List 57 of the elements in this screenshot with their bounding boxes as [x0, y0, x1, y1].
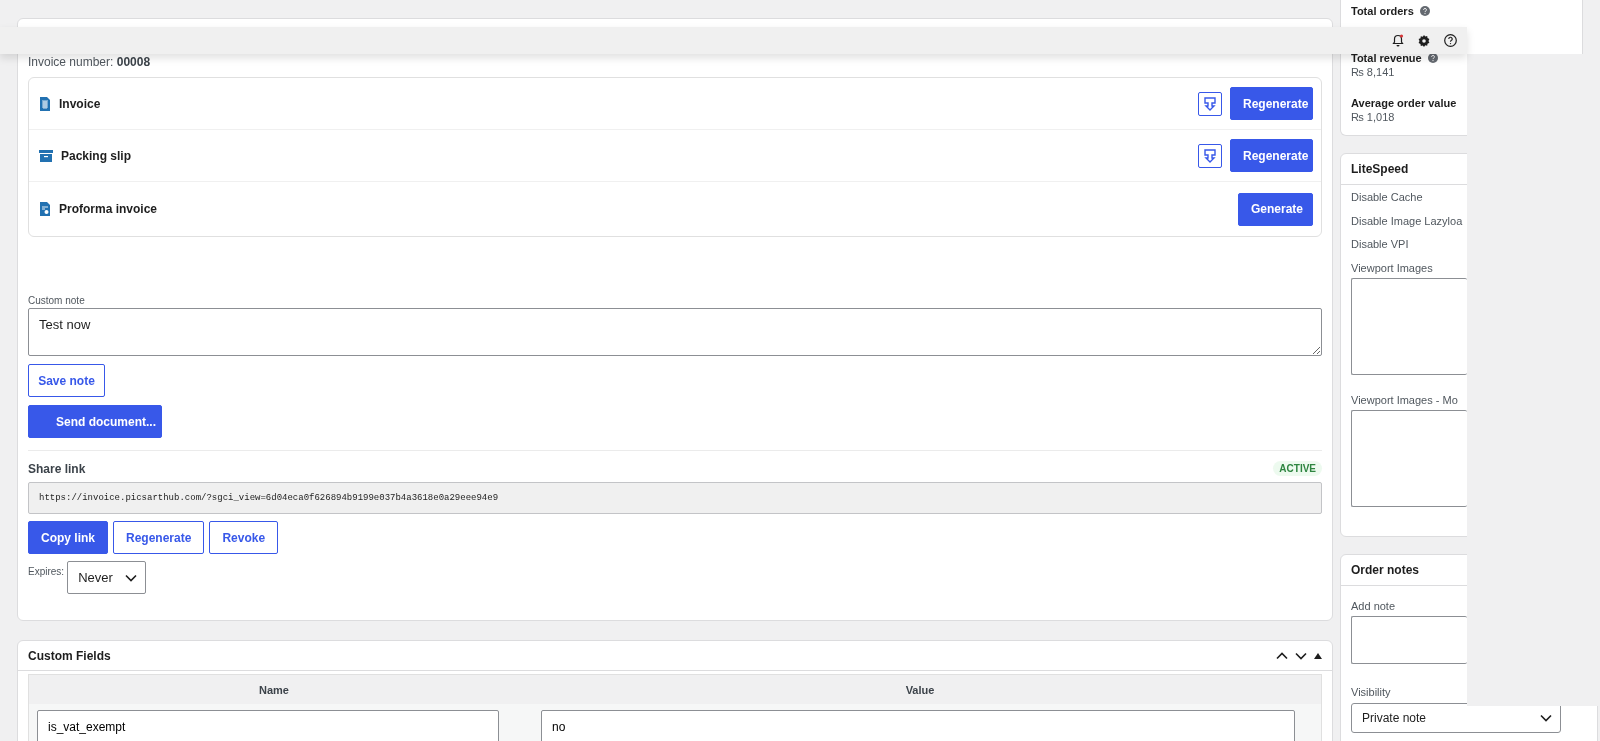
share-link-field[interactable]: https://invoice.picsarthub.com/?sgci_view=6d04eca0f626894b9199e037b4a3618e0a29eee94e9 — [28, 482, 1322, 514]
generate-button[interactable]: Generate — [1238, 192, 1313, 226]
panel-title: Order notes — [1351, 563, 1419, 577]
download-icon — [1204, 96, 1216, 111]
box-icon — [39, 149, 53, 162]
download-button[interactable] — [1198, 91, 1222, 116]
settings-icon[interactable] — [1418, 34, 1430, 47]
note-field[interactable] — [1351, 616, 1467, 664]
caret-icon — [1540, 714, 1552, 722]
download-icon — [1204, 148, 1216, 163]
regenerate-button[interactable]: Regenerate — [1230, 87, 1313, 120]
help-icon — [1419, 5, 1430, 16]
revoke-button[interactable]: Revoke — [209, 521, 279, 554]
regenerate-button[interactable]: Regenerate — [113, 521, 205, 554]
column-header: Value — [904, 683, 936, 696]
save-note-button[interactable]: Save note — [28, 364, 105, 397]
panel-title: Custom Fields — [28, 648, 112, 663]
document-icon — [39, 202, 51, 216]
invoice-number: Invoice number: 00008 — [28, 55, 152, 69]
help-icon[interactable] — [1444, 34, 1457, 47]
caret-icon — [124, 573, 137, 582]
option-link[interactable]: Disable Image Lazyloa — [1351, 214, 1463, 227]
stat-label: Total revenue — [1351, 51, 1422, 64]
expires-label: Expires: — [28, 566, 65, 577]
column-header: Name — [258, 683, 290, 696]
document-icon — [39, 96, 51, 111]
option-link[interactable]: Disable VPI — [1351, 238, 1409, 250]
text-area[interactable] — [1351, 409, 1467, 507]
document-name: Invoice — [59, 96, 102, 111]
option-link[interactable]: Disable Cache — [1351, 191, 1423, 203]
document-name: Packing slip — [61, 148, 133, 163]
panel-title: LiteSpeed — [1351, 162, 1409, 176]
send-document-button[interactable]: Send document... — [28, 405, 162, 438]
move-down-icon[interactable] — [1295, 651, 1307, 660]
name-field[interactable]: is_vat_exempt — [37, 710, 499, 741]
download-button[interactable] — [1198, 143, 1222, 168]
custom-note-field[interactable]: Test now — [28, 308, 1322, 356]
collapse-icon[interactable] — [1314, 652, 1322, 659]
share-link-label: Share link — [28, 461, 86, 476]
copy-link-button[interactable]: Copy link — [28, 521, 108, 554]
regenerate-button[interactable]: Regenerate — [1230, 139, 1313, 172]
field-label: Viewport Images - Mo — [1351, 393, 1458, 406]
bell-icon[interactable] — [1392, 34, 1404, 47]
text-area[interactable] — [1351, 277, 1467, 375]
expires-select[interactable]: Never — [67, 561, 146, 594]
stat-value: ₨ 1,018 — [1351, 111, 1396, 123]
stat-label: Average order value — [1351, 96, 1457, 109]
field-label: Custom note — [28, 295, 86, 306]
document-name: Proforma invoice — [59, 202, 159, 216]
stat-value: ₨ 8,141 — [1351, 66, 1396, 78]
move-up-icon[interactable] — [1276, 651, 1288, 660]
value-field[interactable]: no — [541, 710, 1295, 741]
field-label: Viewport Images — [1351, 261, 1433, 274]
field-label: Visibility — [1351, 686, 1391, 698]
field-label: Add note — [1351, 600, 1396, 612]
stat-label: Total orders — [1351, 4, 1414, 17]
status-badge: ACTIVE — [1273, 461, 1322, 476]
